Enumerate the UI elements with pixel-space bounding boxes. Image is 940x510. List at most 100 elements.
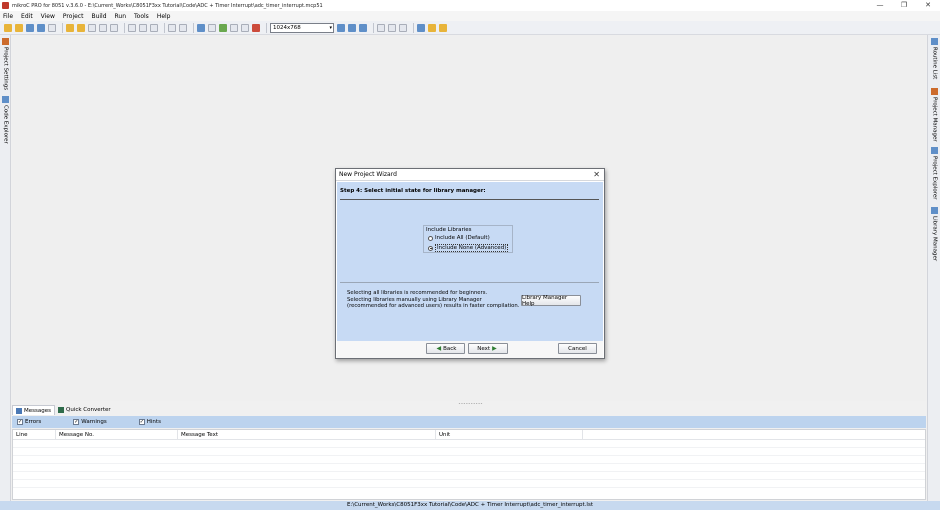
close-project-icon[interactable]: [88, 23, 96, 32]
messages-icon: [16, 407, 22, 414]
messages-table: Line Message No. Message Text Unit: [12, 429, 926, 500]
lightbulb-icon[interactable]: [428, 23, 436, 32]
about-icon[interactable]: [439, 23, 447, 32]
column-message-text[interactable]: Message Text: [178, 429, 436, 440]
chevron-down-icon: ▾: [329, 24, 332, 31]
dialog-close-button[interactable]: ✕: [593, 170, 600, 180]
menu-build[interactable]: Build: [91, 13, 106, 20]
tab-messages-label: Messages: [24, 407, 51, 414]
tab-project-settings[interactable]: Project Settings: [0, 38, 11, 90]
include-libraries-label: Include Libraries: [426, 227, 472, 233]
back-label: Back: [443, 345, 457, 352]
restore-button[interactable]: ❐: [892, 0, 916, 11]
layout-load-icon[interactable]: [348, 23, 356, 32]
menu-help[interactable]: Help: [157, 13, 171, 20]
cancel-button[interactable]: Cancel: [558, 343, 597, 354]
undo-icon[interactable]: [168, 23, 176, 32]
minimize-button[interactable]: —: [868, 0, 892, 11]
resolution-select[interactable]: 1024x768 ▾: [270, 22, 334, 33]
routine-list-icon: [931, 38, 938, 45]
cancel-label: Cancel: [568, 345, 587, 352]
tab-quick-converter-label: Quick Converter: [65, 407, 111, 413]
help-icon[interactable]: [417, 23, 425, 32]
new-file-icon[interactable]: [4, 23, 12, 32]
errors-checkbox[interactable]: ✓ Errors: [17, 419, 41, 425]
build-icon[interactable]: [197, 23, 205, 32]
resolution-value: 1024x768: [273, 24, 301, 31]
run-icon[interactable]: [219, 23, 227, 32]
next-label: Next: [477, 345, 491, 352]
tab-code-explorer[interactable]: Code Explorer: [0, 96, 11, 144]
tab-project-manager[interactable]: Project Manager: [928, 88, 940, 142]
include-none-radio[interactable]: Include None (Advanced): [428, 244, 509, 252]
statistics-icon[interactable]: [388, 23, 396, 32]
replace-icon[interactable]: [241, 23, 249, 32]
next-button[interactable]: Next ▶: [468, 343, 508, 354]
menu-project[interactable]: Project: [63, 13, 84, 20]
right-side-panel: Routine List Project Manager Project Exp…: [927, 35, 940, 502]
table-row: [13, 448, 925, 456]
tab-project-explorer[interactable]: Project Explorer: [928, 147, 940, 199]
library-manager-icon: [931, 207, 938, 214]
toolbar-separator: [193, 22, 194, 33]
dialog-footer: ◀ Back Next ▶ Cancel: [337, 341, 603, 358]
toolbar-separator: [413, 22, 414, 33]
layout-delete-icon[interactable]: [359, 23, 367, 32]
cut-icon[interactable]: [128, 23, 136, 32]
menu-run[interactable]: Run: [115, 13, 127, 20]
arrow-left-icon: ◀: [436, 345, 442, 352]
stop-icon[interactable]: [252, 23, 260, 32]
new-project-icon[interactable]: [66, 23, 74, 32]
open-project-icon[interactable]: [77, 23, 85, 32]
menu-tools[interactable]: Tools: [134, 13, 149, 20]
table-row: [13, 464, 925, 472]
toolbar-separator: [124, 22, 125, 33]
copy-icon[interactable]: [139, 23, 147, 32]
main-toolbar: 1024x768 ▾: [0, 21, 940, 35]
column-message-no[interactable]: Message No.: [56, 429, 178, 440]
column-line[interactable]: Line: [13, 429, 56, 440]
errors-label: Errors: [25, 419, 42, 425]
terminal-icon[interactable]: [399, 23, 407, 32]
app-icon: [2, 2, 9, 9]
toolbar-separator: [373, 22, 374, 33]
paste-icon[interactable]: [150, 23, 158, 32]
include-none-label: Include None (Advanced): [435, 244, 509, 252]
dialog-title-bar[interactable]: New Project Wizard: [336, 169, 604, 181]
print-icon[interactable]: [48, 23, 56, 32]
tab-messages[interactable]: Messages: [12, 405, 55, 415]
menu-bar: File Edit View Project Build Run Tools H…: [0, 11, 940, 21]
remove-file-icon[interactable]: [110, 23, 118, 32]
find-icon[interactable]: [208, 23, 216, 32]
column-unit[interactable]: Unit: [436, 429, 583, 440]
open-file-icon[interactable]: [15, 23, 23, 32]
radio-selected-icon: [428, 245, 433, 251]
save-icon[interactable]: [26, 23, 34, 32]
redo-icon[interactable]: [179, 23, 187, 32]
menu-file[interactable]: File: [3, 13, 13, 20]
tab-quick-converter[interactable]: Quick Converter: [55, 405, 114, 415]
menu-view[interactable]: View: [41, 13, 55, 20]
tab-project-explorer-label: Project Explorer: [931, 156, 938, 200]
table-row: [13, 472, 925, 480]
close-window-button[interactable]: ✕: [916, 0, 940, 11]
tab-routine-list[interactable]: Routine List: [928, 38, 940, 79]
step-icon[interactable]: [230, 23, 238, 32]
add-file-icon[interactable]: [99, 23, 107, 32]
back-button[interactable]: ◀ Back: [426, 343, 465, 354]
library-manager-help-button[interactable]: Library Manager Help: [521, 294, 581, 307]
tab-code-explorer-label: Code Explorer: [2, 105, 9, 144]
options-icon[interactable]: [377, 23, 385, 32]
tab-library-manager[interactable]: Library Manager: [928, 207, 940, 261]
layout-save-icon[interactable]: [337, 23, 345, 32]
save-all-icon[interactable]: [37, 23, 45, 32]
library-manager-help-label: Library Manager Help: [522, 294, 568, 307]
menu-edit[interactable]: Edit: [21, 13, 33, 20]
hints-checkbox[interactable]: ✓ Hints: [138, 419, 161, 425]
warnings-checkbox[interactable]: ✓ Warnings: [73, 419, 107, 425]
radio-unselected-icon: [428, 235, 433, 241]
include-all-radio[interactable]: Include All (Default): [428, 235, 490, 241]
checkbox-check-icon: ✓: [73, 419, 80, 425]
tab-project-settings-label: Project Settings: [2, 47, 9, 91]
table-row: [13, 440, 925, 448]
